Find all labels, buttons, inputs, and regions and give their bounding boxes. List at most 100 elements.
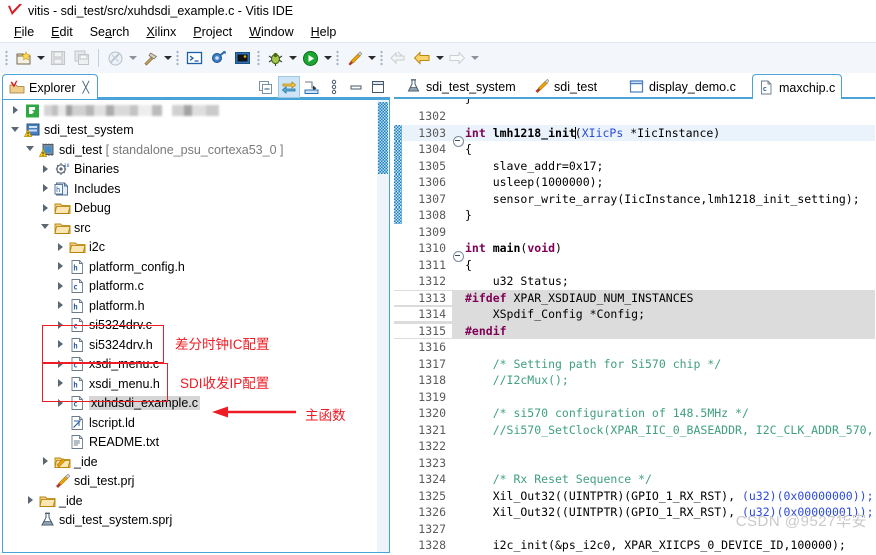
- tree-row-si5324drv.c[interactable]: c si5324drv.c: [3, 316, 377, 336]
- chevron-right-icon[interactable]: [41, 183, 52, 194]
- chevron-right-icon[interactable]: [56, 378, 67, 389]
- chevron-right-icon[interactable]: [56, 359, 67, 370]
- forward-dropdown-icon[interactable]: [469, 47, 480, 69]
- code-line-1303[interactable]: 1303 int lmh1218_init(XIicPs *IicInstance…: [394, 124, 875, 147]
- tree-row-binaries[interactable]: 10 Binaries: [3, 160, 377, 180]
- toolbar-grip-3[interactable]: [256, 49, 261, 67]
- chevron-right-icon[interactable]: [11, 105, 22, 116]
- tree-row-_ide[interactable]: _ide: [3, 491, 377, 511]
- code-line-1316[interactable]: 1316: [394, 339, 875, 356]
- explorer-scroll-thumb[interactable]: [378, 102, 388, 174]
- menu-file[interactable]: File: [6, 24, 43, 40]
- code-line-1302[interactable]: 1302: [394, 108, 875, 125]
- build-hammer-icon[interactable]: [139, 47, 161, 69]
- chevron-right-icon[interactable]: [26, 495, 37, 506]
- debug-bug-icon[interactable]: [264, 47, 286, 69]
- code-line-1324[interactable]: 1324 /* Rx Reset Sequence */: [394, 471, 875, 488]
- last-edit-location-icon[interactable]: [387, 47, 409, 69]
- project-tree[interactable]: sdi_test_system sdi_test [ standalone_psu…: [3, 101, 377, 530]
- code-line-1328[interactable]: 1328 i2c_init(&ps_i2c0, XPAR_XIICPS_0_DE…: [394, 537, 875, 553]
- tree-row-debug[interactable]: Debug: [3, 199, 377, 219]
- tree-row-platform.h[interactable]: h platform.h: [3, 296, 377, 316]
- forward-arrow-icon[interactable]: [446, 47, 468, 69]
- tree-row-lscript.ld[interactable]: lscript.ld: [3, 413, 377, 433]
- tree-row-xsdi_menu.h[interactable]: h xsdi_menu.h: [3, 374, 377, 394]
- import-icon[interactable]: [302, 77, 322, 97]
- chevron-right-icon[interactable]: [56, 281, 67, 292]
- code-line-1309[interactable]: 1309: [394, 224, 875, 241]
- chevron-down-icon[interactable]: [26, 144, 37, 155]
- code-line-1318[interactable]: 1318 //I2cMux();: [394, 372, 875, 389]
- source-code[interactable]: } 13021303 int lmh1218_init(XIicPs *IicIns…: [394, 99, 875, 553]
- chevron-right-icon[interactable]: [56, 320, 67, 331]
- tree-row-xuhdsdi_example.c[interactable]: c xuhdsdi_example.c: [3, 394, 377, 414]
- code-line-1315[interactable]: 1315 #endif: [394, 322, 875, 339]
- tree-row-src[interactable]: src: [3, 218, 377, 238]
- run-dropdown-icon[interactable]: [322, 47, 333, 69]
- code-line-1314[interactable]: 1314 XSpdif_Config *Config;: [394, 306, 875, 323]
- save-icon[interactable]: [47, 47, 69, 69]
- external-tools-dropdown-icon[interactable]: [366, 47, 377, 69]
- minimize-icon[interactable]: [346, 77, 366, 97]
- tree-row-platform_config.h[interactable]: h platform_config.h: [3, 257, 377, 277]
- new-file-icon[interactable]: [12, 47, 34, 69]
- code-line-1308[interactable]: 1308}: [394, 207, 875, 224]
- code-line-1310[interactable]: 1310 int main(void): [394, 240, 875, 263]
- new-file-dropdown-icon[interactable]: [35, 47, 46, 69]
- build-all-dropdown-icon[interactable]: [127, 47, 138, 69]
- build-all-icon[interactable]: [104, 47, 126, 69]
- code-line-1317[interactable]: 1317 /* Setting path for Si570 chip */: [394, 356, 875, 373]
- maximize-icon[interactable]: [368, 77, 388, 97]
- explorer-scrollbar[interactable]: [377, 100, 389, 552]
- editor-tab-display_demo-c[interactable]: display_demo.c: [623, 74, 742, 99]
- tree-row-xsdi_menu.c[interactable]: c xsdi_menu.c: [3, 355, 377, 375]
- menu-project[interactable]: Project: [185, 24, 241, 40]
- code-line-1306[interactable]: 1306 usleep(1000000);: [394, 174, 875, 191]
- tree-row-blurred[interactable]: [3, 101, 377, 121]
- view-menu-icon[interactable]: [324, 77, 344, 97]
- tree-row-sdi_test_system.sprj[interactable]: sdi_test_system.sprj: [3, 511, 377, 531]
- code-line-1325[interactable]: 1325 Xil_Out32((UINTPTR)(GPIO_1_RX_RST),…: [394, 488, 875, 505]
- run-icon[interactable]: [299, 47, 321, 69]
- chevron-right-icon[interactable]: [56, 261, 67, 272]
- code-line-1304[interactable]: 1304 {: [394, 141, 875, 158]
- tree-row-sdi_test-[interactable]: sdi_test [ standalone_psu_cortexa53_0 ]: [3, 140, 377, 160]
- menu-edit[interactable]: Edit: [43, 24, 82, 40]
- tree-row-sdi_test.prj[interactable]: sdi_test.prj: [3, 472, 377, 492]
- toolbar-grip-2[interactable]: [175, 49, 180, 67]
- menu-search[interactable]: Search: [82, 24, 139, 40]
- code-line-1307[interactable]: 1307 sensor_write_array(IicInstance,lmh1…: [394, 190, 875, 207]
- chevron-right-icon[interactable]: [41, 164, 52, 175]
- chevron-right-icon[interactable]: [56, 398, 67, 409]
- tree-row-sdi_test_system[interactable]: sdi_test_system: [3, 121, 377, 141]
- debug-dropdown-icon[interactable]: [287, 47, 298, 69]
- tab-explorer[interactable]: Explorer ╳: [2, 74, 99, 100]
- menu-bar[interactable]: File Edit Search Xilinx Project Window H…: [0, 22, 876, 42]
- tree-row-includes[interactable]: h Includes: [3, 179, 377, 199]
- external-tools-icon[interactable]: [343, 47, 365, 69]
- chevron-right-icon[interactable]: [56, 339, 67, 350]
- toolbar-grip-5[interactable]: [379, 49, 384, 67]
- chevron-down-icon[interactable]: [11, 125, 22, 136]
- back-dropdown-icon[interactable]: [434, 47, 445, 69]
- code-line-1311[interactable]: 1311 {: [394, 257, 875, 274]
- back-arrow-icon[interactable]: [411, 47, 433, 69]
- tree-row-_ide[interactable]: _ide: [3, 452, 377, 472]
- link-with-editor-icon[interactable]: [278, 76, 300, 98]
- code-line-1320[interactable]: 1320 /* si570 configuration of 148.5MHz …: [394, 405, 875, 422]
- toolbar-grip[interactable]: [4, 49, 9, 67]
- editor-tab-sdi_test_system[interactable]: sdi_test_system: [400, 74, 522, 99]
- open-terminal-icon[interactable]: [183, 47, 205, 69]
- code-line-1322[interactable]: 1322: [394, 438, 875, 455]
- tree-row-si5324drv.h[interactable]: h si5324drv.h: [3, 335, 377, 355]
- tree-row-platform.c[interactable]: c platform.c: [3, 277, 377, 297]
- menu-help[interactable]: Help: [303, 24, 346, 40]
- menu-window[interactable]: Window: [241, 24, 302, 40]
- build-dropdown-icon[interactable]: [162, 47, 173, 69]
- tree-row-i2c[interactable]: i2c: [3, 238, 377, 258]
- code-line-1319[interactable]: 1319: [394, 389, 875, 406]
- editor-tab-maxchip-c[interactable]: c maxchip.c: [752, 74, 843, 100]
- toolbar-grip-4[interactable]: [335, 49, 340, 67]
- console-icon[interactable]: [231, 47, 253, 69]
- editor-tab-sdi_test[interactable]: sdi_test: [528, 74, 603, 99]
